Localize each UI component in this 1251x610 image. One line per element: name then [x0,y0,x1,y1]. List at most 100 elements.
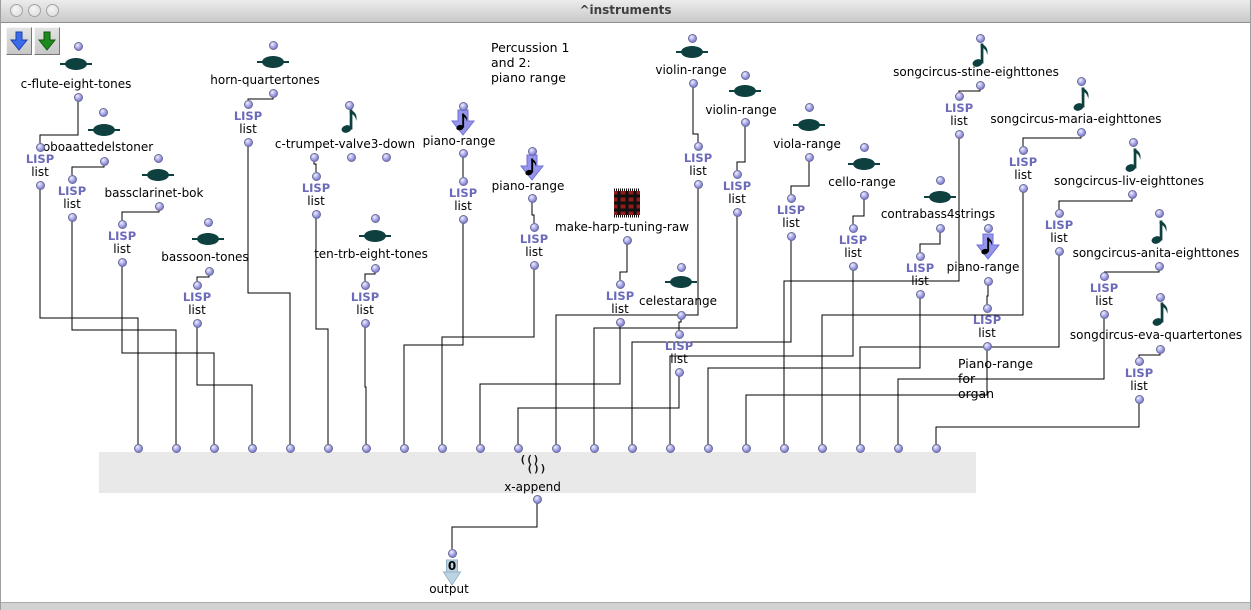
inlet-port[interactable] [361,281,370,290]
outlet-port[interactable] [244,138,253,147]
outlet-port[interactable] [955,130,964,139]
inlet-port[interactable] [955,92,964,101]
outlet-port[interactable] [916,290,925,299]
inlet-port[interactable] [193,281,202,290]
inlet-port[interactable] [269,41,278,50]
inlet-port[interactable] [675,330,684,339]
inlet-port[interactable] [459,177,468,186]
inlet-port[interactable] [666,444,675,453]
inlet-port[interactable] [68,175,77,184]
outlet-port[interactable] [528,194,537,203]
inlet-port[interactable] [210,444,219,453]
outlet-port[interactable] [741,118,750,127]
outlet-port[interactable] [1055,247,1064,256]
inlet-port[interactable] [818,444,827,453]
download-blue-button[interactable] [6,27,32,55]
inlet-port[interactable] [99,108,108,117]
outlet-port[interactable] [1100,310,1109,319]
outlet-port[interactable] [118,258,127,267]
inlet-port[interactable] [438,444,447,453]
inlet-port[interactable] [371,214,380,223]
inlet-port[interactable] [733,170,742,179]
outlet-port[interactable] [533,495,542,504]
inlet-port[interactable] [628,444,637,453]
inlet-port[interactable] [552,444,561,453]
outlet-port[interactable] [155,202,164,211]
outlet-port[interactable] [984,277,993,286]
outlet-port[interactable] [1155,262,1164,271]
inlet-port[interactable] [345,101,354,110]
inlet-port[interactable] [860,143,869,152]
inlet-port[interactable] [118,220,127,229]
inlet-port[interactable] [590,444,599,453]
outlet-port[interactable] [459,215,468,224]
inlet-port[interactable] [1156,293,1165,302]
inlet-port[interactable] [936,176,945,185]
inlet-port[interactable] [1055,209,1064,218]
inlet-port[interactable] [248,444,257,453]
outlet-port[interactable] [860,191,869,200]
inlet-port[interactable] [849,224,858,233]
outlet-port[interactable] [371,264,380,273]
inlet-port[interactable] [286,444,295,453]
inlet-port[interactable] [154,154,163,163]
inlet-port[interactable] [312,172,321,181]
inlet-port[interactable] [172,444,181,453]
inlet-port[interactable] [1135,357,1144,366]
outlet-port[interactable] [310,153,319,162]
inlet-port[interactable] [1077,77,1086,86]
outlet-port[interactable] [675,368,684,377]
outlet-port[interactable] [100,157,109,166]
outlet-port[interactable] [983,342,992,351]
inlet-port[interactable] [400,444,409,453]
inlet-port[interactable] [780,444,789,453]
outlet-port[interactable] [976,81,985,90]
outlet-port[interactable] [74,93,83,102]
inlet-port[interactable] [694,142,703,151]
inlet-port[interactable] [983,304,992,313]
outlet-port[interactable] [733,208,742,217]
outlet-port[interactable] [689,79,698,88]
inlet-port[interactable] [741,71,750,80]
outlet-port[interactable] [1077,128,1086,137]
outlet-port[interactable] [936,224,945,233]
inlet-port[interactable] [916,252,925,261]
inlet-port[interactable] [1129,138,1138,147]
outlet-port[interactable] [694,180,703,189]
inlet-port[interactable] [894,444,903,453]
inlet-port[interactable] [448,549,457,558]
inlet-port[interactable] [476,444,485,453]
outlet-port[interactable] [347,153,356,162]
inlet-port[interactable] [362,444,371,453]
inlet-port[interactable] [530,223,539,232]
outlet-port[interactable] [382,153,391,162]
title-bar[interactable]: ^instruments [1,0,1250,23]
window-resize-edge[interactable] [1,602,1250,610]
inlet-port[interactable] [244,100,253,109]
outlet-port[interactable] [849,262,858,271]
inlet-port[interactable] [704,444,713,453]
inlet-port[interactable] [677,263,686,272]
inlet-port[interactable] [742,444,751,453]
inlet-port[interactable] [688,34,697,43]
outlet-port[interactable] [193,319,202,328]
inlet-port[interactable] [134,444,143,453]
outlet-port[interactable] [805,153,814,162]
outlet-port[interactable] [312,210,321,219]
outlet-port[interactable] [205,267,214,276]
inlet-port[interactable] [1019,146,1028,155]
outlet-port[interactable] [787,232,796,241]
outlet-port[interactable] [269,89,278,98]
outlet-port[interactable] [1128,190,1137,199]
inlet-port[interactable] [984,224,993,233]
patcher-canvas[interactable]: c-flute-eight-tonesLISPlistoboaattedelst… [1,22,1251,602]
outlet-port[interactable] [68,213,77,222]
outlet-port[interactable] [36,181,45,190]
outlet-port[interactable] [1156,345,1165,354]
inlet-port[interactable] [787,194,796,203]
inlet-port[interactable] [616,280,625,289]
outlet-port[interactable] [459,149,468,158]
outlet-port[interactable] [1135,395,1144,404]
outlet-port[interactable] [361,319,370,328]
outlet-port[interactable] [623,236,632,245]
